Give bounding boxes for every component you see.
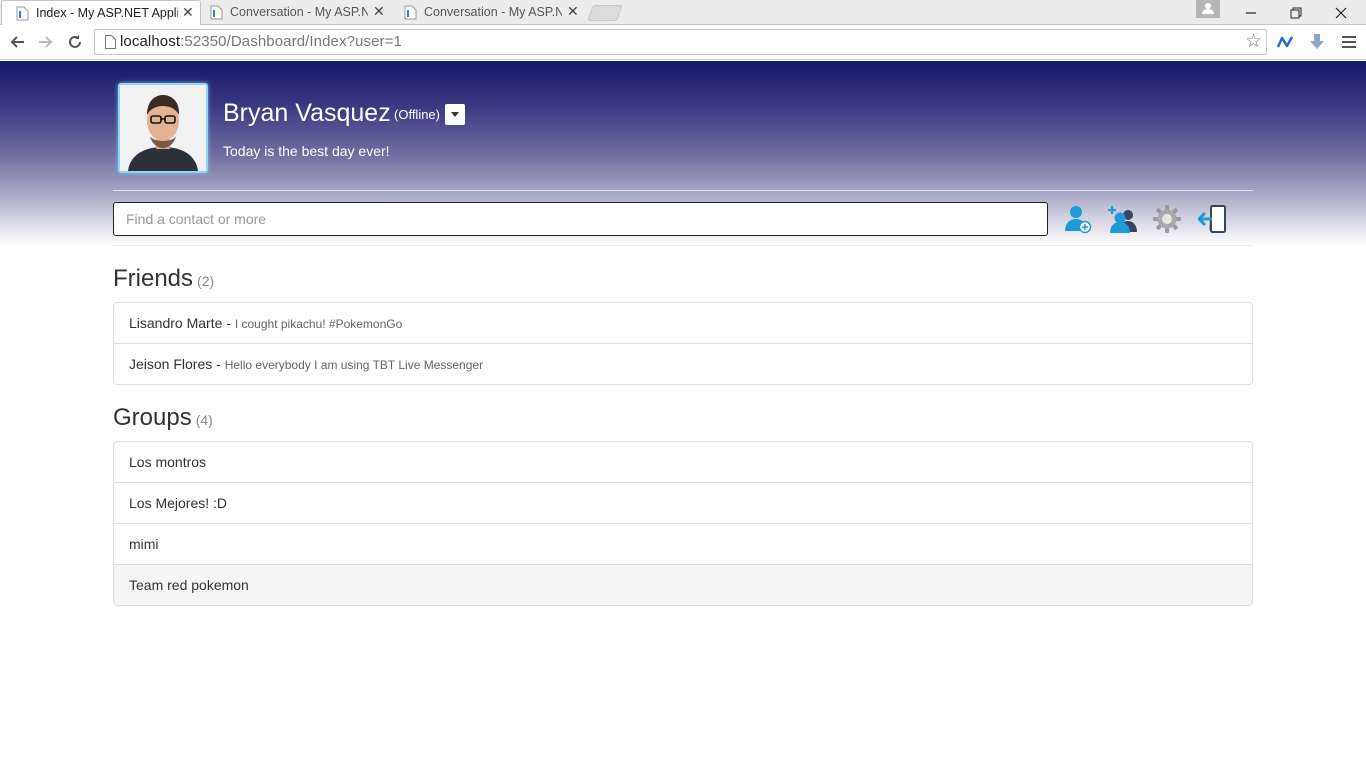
address-url: localhost:52350/Dashboard/Index?user=1 (120, 33, 402, 50)
user-status: (Offline) (394, 107, 440, 122)
minimize-window-button[interactable] (1228, 0, 1273, 25)
add-group-icon (1108, 206, 1137, 233)
reload-icon (69, 35, 81, 48)
search-divider (113, 245, 1253, 246)
close-icon (1335, 7, 1346, 18)
url-path: :52350/Dashboard/Index?user=1 (180, 33, 402, 50)
hamburger-menu-icon (1342, 36, 1356, 48)
restore-icon (1290, 7, 1301, 18)
settings-button[interactable] (1150, 201, 1184, 237)
close-window-button[interactable] (1318, 0, 1363, 25)
page-content: Bryan Vasquez (Offline) Today is the bes… (0, 61, 1366, 768)
friends-heading: Friends (2) (113, 265, 214, 293)
groups-list: Los montros Los Mejores! :D mimi Team re… (113, 441, 1253, 606)
page-icon (105, 35, 116, 49)
minimize-icon (1245, 11, 1256, 14)
friend-item[interactable]: Lisandro Marte - I cought pikachu! #Poke… (114, 303, 1252, 343)
friend-motto: I cought pikachu! #PokemonGo (234, 317, 403, 331)
tab-title: Conversation - My ASP.NE (230, 5, 368, 19)
extension-button[interactable] (1274, 31, 1296, 53)
extension-n-icon (1276, 36, 1294, 48)
group-item[interactable]: Los montros (114, 442, 1252, 482)
user-name: Bryan Vasquez (223, 99, 391, 127)
add-group-button[interactable] (1105, 201, 1139, 237)
friends-list: Lisandro Marte - I cought pikachu! #Poke… (113, 302, 1253, 385)
browser-tab-conversation-2[interactable]: Conversation - My ASP.NE ✕ (390, 0, 588, 25)
url-host: localhost (120, 33, 181, 50)
contact-search-input[interactable] (113, 202, 1048, 236)
page-favicon-icon (404, 5, 417, 20)
browser-tab-conversation-1[interactable]: Conversation - My ASP.NE ✕ (196, 0, 394, 25)
caret-down-icon (451, 112, 459, 117)
forward-button[interactable] (34, 30, 58, 54)
logout-button[interactable] (1196, 201, 1230, 237)
friend-name: Lisandro Marte (129, 315, 223, 331)
bookmark-star-icon[interactable]: ☆ (1245, 31, 1262, 53)
settings-gear-icon (1153, 205, 1181, 233)
friends-count: (2) (197, 273, 215, 289)
browser-profile-button[interactable] (1196, 0, 1220, 18)
reload-button[interactable] (63, 30, 87, 54)
browser-tab-strip: Index - My ASP.NET Appli ✕ Conversation … (0, 0, 1366, 26)
add-contact-button[interactable] (1061, 201, 1095, 237)
browser-menu-button[interactable] (1338, 31, 1360, 53)
browser-tab-index[interactable]: Index - My ASP.NET Appli ✕ (1, 0, 201, 26)
friend-item[interactable]: Jeison Flores - Hello everybody I am usi… (114, 343, 1252, 384)
arrow-right-icon (39, 36, 53, 48)
groups-count: (4) (195, 412, 213, 428)
groups-title: Groups (113, 404, 192, 431)
friend-separator: - (222, 315, 235, 331)
friend-name: Jeison Flores (129, 356, 213, 372)
arrow-left-icon (10, 36, 24, 48)
page-favicon-icon (16, 6, 29, 21)
user-motto: Today is the best day ever! (223, 143, 390, 159)
browser-toolbar: localhost:52350/Dashboard/Index?user=1 ☆ (0, 25, 1366, 60)
logout-icon (1198, 205, 1226, 233)
group-item[interactable]: Los Mejores! :D (114, 482, 1252, 523)
status-dropdown-button[interactable] (445, 104, 465, 125)
user-photo-icon (120, 85, 206, 171)
header-divider (113, 190, 1253, 191)
close-tab-icon[interactable]: ✕ (373, 3, 385, 20)
download-button[interactable] (1306, 31, 1328, 53)
address-bar[interactable]: localhost:52350/Dashboard/Index?user=1 ☆ (94, 29, 1267, 55)
page-favicon-icon (210, 5, 223, 20)
tab-title: Conversation - My ASP.NE (424, 5, 562, 19)
back-button[interactable] (5, 30, 29, 54)
avatar[interactable] (118, 83, 208, 173)
groups-heading: Groups (4) (113, 404, 213, 432)
friends-title: Friends (113, 265, 194, 292)
group-item[interactable]: Team red pokemon (114, 564, 1252, 605)
add-contact-icon (1065, 206, 1092, 234)
friend-motto: Hello everybody I am using TBT Live Mess… (224, 358, 484, 372)
close-tab-icon[interactable]: ✕ (182, 4, 194, 21)
group-item[interactable]: mimi (114, 523, 1252, 564)
restore-window-button[interactable] (1273, 0, 1318, 25)
close-tab-icon[interactable]: ✕ (567, 3, 579, 20)
tab-title: Index - My ASP.NET Appli (36, 6, 178, 20)
person-icon (1202, 3, 1214, 14)
download-arrow-icon (1310, 34, 1324, 49)
friend-separator: - (212, 356, 225, 372)
new-tab-button[interactable] (587, 5, 623, 21)
